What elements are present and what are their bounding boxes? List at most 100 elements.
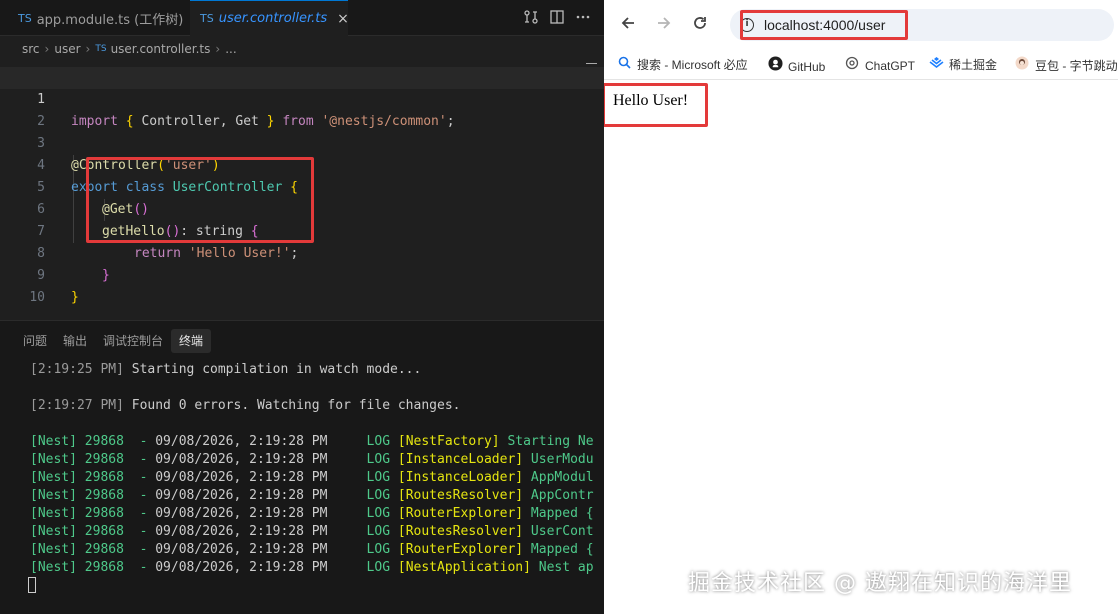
terminal-timestamp: [2:19:27 PM] [30, 398, 124, 413]
bookmarks-bar: 搜索 - Microsoft 必应 GitHub ChatGPT 稀土掘金 豆包… [604, 50, 1118, 80]
panel-tab-bar: 问题 输出 调试控制台 终端 [0, 329, 212, 353]
panel-tab-output[interactable]: 输出 [55, 329, 95, 353]
code-line: 10 [0, 265, 604, 305]
code-token: } [71, 290, 79, 305]
breadcrumb-item[interactable]: user [54, 42, 80, 56]
log-message: Mapped { [523, 542, 594, 557]
log-message: UserCont [523, 524, 594, 539]
log-timestamp: 09/08/2026, 2:19:28 PM [147, 470, 328, 485]
breadcrumb-item[interactable]: user.controller.ts [111, 42, 211, 56]
log-level: LOG [327, 488, 391, 503]
minimap-indicator [586, 63, 597, 64]
log-timestamp: 09/08/2026, 2:19:28 PM [147, 560, 328, 575]
breadcrumb-item[interactable]: ... [225, 42, 236, 56]
github-icon [767, 56, 783, 76]
log-prefix: [Nest] 29868 - [30, 542, 148, 557]
log-prefix: [Nest] 29868 - [30, 452, 148, 467]
bookmark-label: 豆包 - 字节跳动 [1035, 59, 1118, 73]
log-prefix: [Nest] 29868 - [30, 470, 148, 485]
tab-label: app.module.ts (工作树) [36, 12, 184, 28]
back-arrow-icon[interactable] [618, 14, 638, 34]
bookmark-bing[interactable]: 搜索 - Microsoft 必应 [616, 56, 748, 74]
bookmark-label: 搜索 - Microsoft 必应 [637, 58, 748, 72]
bookmark-chatgpt[interactable]: ChatGPT [844, 56, 915, 74]
log-timestamp: 09/08/2026, 2:19:28 PM [147, 506, 328, 521]
log-context: [RouterExplorer] [390, 542, 524, 557]
code-line: 1 import { Controller, Get } from '@nest… [0, 67, 604, 129]
line-number: 10 [29, 290, 45, 305]
terminal-log-line: [Nest] 29868 - 09/08/2026, 2:19:28 PM LO… [30, 451, 604, 469]
watermark-text: 掘金技术社区 @ 遨翔在知识的海洋里 [688, 571, 1072, 596]
log-level: LOG [327, 470, 391, 485]
code-editor: TS app.module.ts (工作树) TS user.controlle… [0, 0, 604, 614]
terminal-log-line: [Nest] 29868 - 09/08/2026, 2:19:28 PM LO… [30, 505, 604, 523]
log-level: LOG [327, 542, 391, 557]
chevron-right-icon: › [85, 42, 91, 56]
log-prefix: [Nest] 29868 - [30, 434, 148, 449]
log-level: LOG [327, 452, 391, 467]
log-timestamp: 09/08/2026, 2:19:28 PM [147, 434, 328, 449]
juejin-icon [928, 56, 944, 74]
typescript-file-icon: TS [18, 11, 32, 25]
terminal-log-line: [Nest] 29868 - 09/08/2026, 2:19:28 PM LO… [30, 523, 604, 541]
annotation-box-response [604, 83, 708, 127]
chatgpt-icon [844, 56, 860, 75]
code-line: 4 export class UserController { [0, 133, 604, 195]
terminal-line: [2:19:27 PM] Found 0 errors. Watching fo… [30, 397, 460, 415]
log-prefix: [Nest] 29868 - [30, 524, 148, 539]
tab-app-module[interactable]: TS app.module.ts (工作树) [8, 0, 188, 36]
annotation-box-get-handler [86, 157, 314, 243]
terminal-log-line: [Nest] 29868 - 09/08/2026, 2:19:28 PM LO… [30, 487, 604, 505]
log-message: AppModul [523, 470, 594, 485]
log-context: [NestApplication] [390, 560, 531, 575]
forward-arrow-icon[interactable] [654, 14, 674, 34]
terminal-message: Found 0 errors. Watching for file change… [123, 398, 461, 413]
log-level: LOG [327, 506, 391, 521]
bookmark-github[interactable]: GitHub [767, 56, 825, 74]
terminal-log-line: [Nest] 29868 - 09/08/2026, 2:19:28 PM LO… [30, 559, 604, 577]
log-timestamp: 09/08/2026, 2:19:28 PM [147, 452, 328, 467]
code-line: 3 @Controller('user') [0, 111, 604, 173]
annotation-box-url [740, 10, 908, 40]
doubao-icon [1014, 56, 1030, 75]
reload-icon[interactable] [690, 14, 710, 34]
log-message: AppContr [523, 488, 594, 503]
bookmark-doubao[interactable]: 豆包 - 字节跳动 [1014, 56, 1118, 74]
log-message: Mapped { [523, 506, 594, 521]
code-line: 9 } [0, 243, 604, 305]
log-timestamp: 09/08/2026, 2:19:28 PM [147, 542, 328, 557]
terminal-log-line: [Nest] 29868 - 09/08/2026, 2:19:28 PM LO… [30, 541, 604, 559]
log-context: [RoutesResolver] [390, 488, 524, 503]
bookmark-label: GitHub [788, 60, 826, 74]
chevron-right-icon: › [44, 42, 50, 56]
breadcrumb-item[interactable]: src [22, 42, 40, 56]
log-level: LOG [327, 434, 391, 449]
tab-label: user.controller.ts [218, 11, 328, 26]
panel-tab-problems[interactable]: 问题 [15, 329, 55, 353]
more-actions-icon[interactable] [574, 9, 592, 27]
log-context: [InstanceLoader] [390, 452, 524, 467]
log-message: UserModu [523, 452, 594, 467]
compare-changes-icon[interactable] [522, 9, 540, 27]
terminal-line: [2:19:25 PM] Starting compilation in wat… [30, 361, 421, 379]
bottom-panel: 问题 输出 调试控制台 终端 [2:19:25 PM] Starting com… [0, 320, 604, 614]
browser-window: i localhost:4000/user 搜索 - Microsoft 必应 … [604, 0, 1118, 614]
bookmark-juejin[interactable]: 稀土掘金 [928, 56, 997, 74]
log-message: Nest ap [530, 560, 594, 575]
tab-user-controller[interactable]: TS user.controller.ts × [190, 0, 349, 36]
close-tab-icon[interactable]: × [337, 11, 349, 27]
chevron-right-icon: › [215, 42, 221, 56]
split-editor-icon[interactable] [548, 9, 566, 27]
terminal-message: Starting compilation in watch mode... [123, 362, 422, 377]
log-context: [NestFactory] [390, 434, 500, 449]
panel-tab-debug-console[interactable]: 调试控制台 [95, 329, 171, 353]
search-icon [616, 56, 632, 74]
breadcrumb: src › user › TS user.controller.ts › ... [0, 38, 604, 60]
log-context: [RouterExplorer] [390, 506, 524, 521]
panel-tab-terminal[interactable]: 终端 [171, 329, 212, 353]
typescript-file-icon: TS [200, 12, 214, 25]
bookmark-label: ChatGPT [865, 59, 916, 73]
log-timestamp: 09/08/2026, 2:19:28 PM [147, 488, 328, 503]
log-timestamp: 09/08/2026, 2:19:28 PM [147, 524, 328, 539]
log-context: [RoutesResolver] [390, 524, 524, 539]
